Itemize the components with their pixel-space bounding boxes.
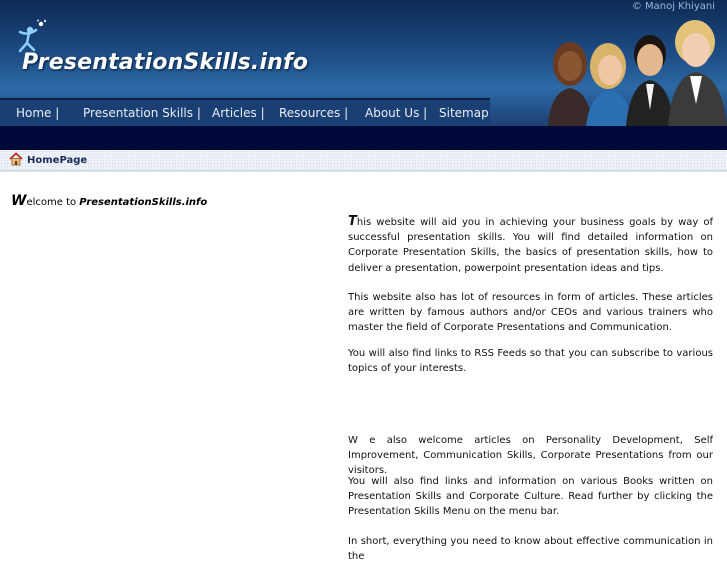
breadcrumb: HomePage — [0, 150, 727, 171]
intro-paragraph: This website will aid you in achieving y… — [348, 214, 713, 276]
home-icon[interactable] — [9, 152, 23, 166]
nav-articles[interactable]: Articles | — [212, 106, 265, 120]
nav-resources[interactable]: Resources | — [279, 106, 348, 120]
presenter-logo-icon — [18, 19, 47, 53]
intro-text: his website will aid you in achieving yo… — [348, 217, 713, 274]
breadcrumb-homepage-link[interactable]: HomePage — [27, 155, 87, 166]
summary-paragraph: In short, everything you need to know ab… — [348, 536, 713, 563]
articles-welcome-paragraph: W e also welcome articles on Personality… — [348, 435, 713, 477]
business-people-image — [548, 20, 727, 126]
site-header: © Manoj Khiyani PresentationSkills.info … — [0, 0, 727, 126]
welcome-first-letter: W — [11, 193, 27, 209]
welcome-site-name: PresentationSkills.info — [79, 197, 208, 208]
nav-sitemap[interactable]: Sitemap — [439, 106, 489, 120]
resources-paragraph: This website also has lot of resources i… — [348, 292, 713, 334]
copyright-text: © Manoj Khiyani — [631, 1, 715, 12]
site-title[interactable]: PresentationSkills.info — [22, 50, 308, 75]
header-band — [0, 126, 727, 150]
welcome-text: elcome to — [26, 197, 80, 208]
nav-about-us[interactable]: About Us | — [365, 106, 427, 120]
nav-home[interactable]: Home | — [16, 106, 59, 120]
books-paragraph: You will also find links and information… — [348, 476, 713, 518]
divider — [0, 171, 727, 172]
rss-paragraph: You will also find links to RSS Feeds so… — [348, 348, 713, 375]
main-nav-bar: Home | Presentation Skills | Articles | … — [0, 98, 490, 126]
welcome-heading: Welcome to PresentationSkills.info — [11, 193, 207, 209]
intro-first-letter: T — [348, 214, 357, 229]
nav-presentation-skills[interactable]: Presentation Skills | — [83, 106, 201, 120]
